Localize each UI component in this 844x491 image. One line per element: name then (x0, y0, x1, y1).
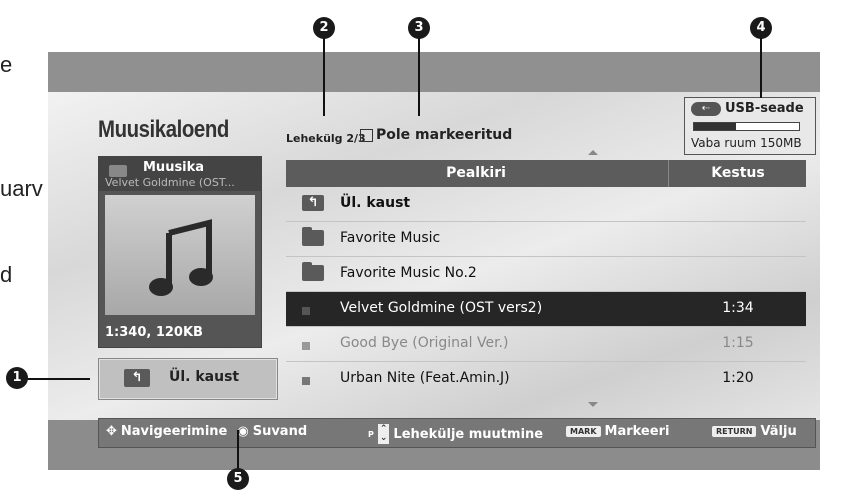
folder-up-icon: ↰ (302, 195, 324, 211)
callout-2: 2 (313, 17, 335, 39)
usb-device-info: ⇠ USB-seade Vaba ruum 150MB (684, 97, 816, 155)
usb-icon: ⇠ (691, 102, 721, 116)
list-row-folder[interactable]: Favorite Music No.2 (286, 257, 806, 292)
row-duration: 1:34 (722, 300, 754, 316)
return-key-icon: RETURN (712, 426, 757, 437)
preview-filename: Velvet Goldmine (OST... (105, 176, 235, 189)
preview-panel: Muusika Velvet Goldmine (OST... 1:340, 1… (98, 156, 262, 348)
cropped-text-fragment: uarv (0, 176, 43, 201)
hint-page-change-label: Lehekülje muutmine (393, 426, 544, 442)
mark-status-label: Pole markeeritud (376, 127, 513, 143)
file-icon (302, 342, 310, 350)
list-row-file[interactable]: Urban Nite (Feat.Amin.J) 1:20 (286, 362, 806, 396)
parent-folder-button-label: Ül. kaust (169, 369, 240, 385)
column-header-duration: Kestus (711, 165, 765, 181)
list-header: Pealkiri Kestus (286, 160, 806, 187)
callout-1: 1 (6, 367, 28, 389)
row-title: Favorite Music (340, 230, 441, 246)
checkbox-icon (360, 128, 373, 142)
music-note-icon (149, 219, 213, 296)
list-row-file-selected[interactable]: Velvet Goldmine (OST vers2) 1:34 (286, 292, 806, 327)
row-title: Velvet Goldmine (OST vers2) (340, 300, 543, 316)
parent-folder-button[interactable]: ↰ Ül. kaust (98, 358, 278, 400)
mark-status: Pole markeeritud (310, 127, 512, 143)
top-band (48, 52, 820, 92)
folder-icon (302, 262, 324, 281)
row-title: Good Bye (Original Ver.) (340, 335, 509, 351)
row-title: Urban Nite (Feat.Amin.J) (340, 370, 510, 386)
hint-page-change: P ⌃ ⌄ Lehekülje muutmine (368, 424, 543, 444)
hint-select-label: Suvand (252, 424, 308, 439)
list-row-parent-folder[interactable]: ↰ Ül. kaust (286, 187, 806, 222)
callout-4: 4 (750, 17, 772, 39)
usb-free-space: Vaba ruum 150MB (691, 136, 802, 150)
p-key-icon: P (368, 429, 374, 439)
file-icon (302, 377, 310, 385)
music-list: Pealkiri Kestus ↰ Ül. kaust Favorite Mus… (286, 160, 806, 397)
file-icon (302, 307, 310, 315)
hint-mark-label: Markeeri (604, 424, 670, 439)
page-updown-icon: ⌃ ⌄ (377, 424, 390, 444)
usb-label: USB-seade (725, 101, 804, 116)
column-header-title: Pealkiri (446, 165, 506, 181)
scroll-down-arrow[interactable] (588, 402, 598, 407)
cropped-text-fragment: d (0, 262, 13, 287)
hint-mark: MARK Markeeri (566, 424, 669, 439)
row-duration: 1:15 (722, 335, 754, 351)
callout-5: 5 (227, 468, 249, 490)
folder-icon (302, 227, 324, 246)
cropped-text-fragment: e (0, 52, 13, 77)
folder-up-icon: ↰ (124, 369, 150, 387)
row-title: Favorite Music No.2 (340, 265, 477, 281)
scroll-up-arrow[interactable] (588, 150, 598, 155)
mark-key-icon: MARK (566, 426, 601, 437)
ok-button-icon: ◉ (237, 424, 249, 439)
preview-category: Muusika (143, 160, 205, 175)
tv-screen: Muusikaloend Lehekülg 2/3 Pole markeerit… (48, 52, 820, 470)
hint-navigate-label: Navigeerimine (120, 424, 228, 439)
list-row-folder[interactable]: Favorite Music (286, 222, 806, 257)
hint-navigate: ✥ Navigeerimine ◉ Suvand (106, 424, 307, 439)
list-row-file[interactable]: Good Bye (Original Ver.) 1:15 (286, 327, 806, 362)
page-title: Muusikaloend (98, 116, 229, 143)
hint-exit-label: Välju (760, 424, 797, 439)
row-title: Ül. kaust (340, 195, 411, 211)
album-art (105, 195, 255, 315)
callout-3: 3 (408, 17, 430, 39)
row-duration: 1:20 (722, 370, 754, 386)
preview-info: 1:340, 120KB (105, 325, 203, 340)
usb-capacity-bar (693, 122, 800, 131)
hint-exit: RETURN Välju (712, 424, 797, 439)
navigation-arrows-icon: ✥ (106, 424, 117, 439)
